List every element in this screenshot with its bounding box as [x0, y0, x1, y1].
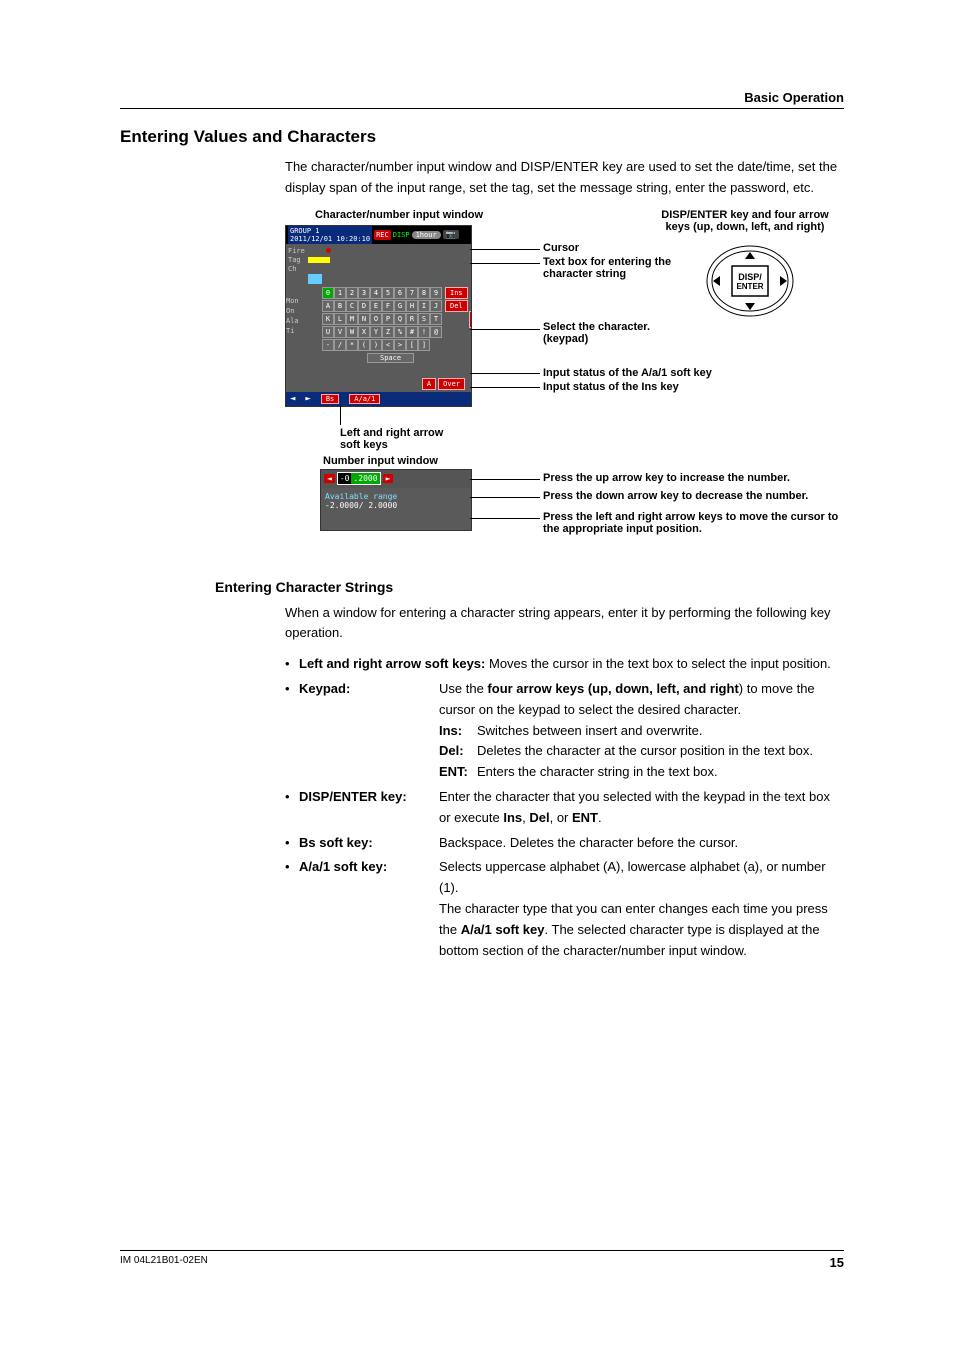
status-over: Over: [438, 378, 465, 390]
diagram-area: Character/number input window DISP/ENTER…: [285, 209, 844, 549]
caption-disp-key: DISP/ENTER key and four arrow keys (up, …: [655, 209, 835, 233]
label-num-window: Number input window: [323, 455, 438, 467]
camera-icon: 📷: [443, 230, 459, 239]
header-text: Basic Operation: [744, 90, 844, 105]
item-lr-keys: • Left and right arrow soft keys: Moves …: [285, 654, 844, 675]
key-operations-list: • Left and right arrow soft keys: Moves …: [285, 654, 844, 961]
time-badge: 1hour: [412, 231, 441, 239]
label-status-a: Input status of the A/a/1 soft key: [543, 367, 712, 379]
label-cursor: Cursor: [543, 242, 579, 254]
left-arrow-red: ◄: [324, 474, 335, 483]
caption-char-window: Character/number input window: [315, 209, 483, 221]
status-a: A: [422, 378, 436, 390]
text-entry-box: [308, 257, 330, 263]
label-lr-move: Press the left and right arrow keys to m…: [543, 511, 843, 535]
window-body: Fire Tag Ch 0 123456789 Ins ABCDEFGHIJ D…: [286, 244, 471, 287]
disp-enter-key: DISP/ ENTER: [705, 244, 795, 319]
right-arrow-icon: ►: [305, 394, 310, 404]
cursor-dot: [326, 248, 331, 253]
bs-softkey: Bs: [321, 394, 339, 404]
label-select-char: Select the character. (keypad): [543, 321, 673, 345]
left-arrow-icon: ◄: [290, 394, 295, 404]
title-group: GROUP 12011/12/01 10:20:10: [288, 226, 372, 244]
page-number: 15: [830, 1255, 844, 1270]
item-aa1: • A/a/1 soft key: Selects uppercase alph…: [285, 857, 844, 961]
ins-button: Ins: [445, 287, 468, 299]
disp-label: DISP: [393, 231, 410, 239]
label-arrows: Left and right arrow soft keys: [340, 427, 450, 451]
item-bs: • Bs soft key: Backspace. Deletes the ch…: [285, 833, 844, 854]
label-up-inc: Press the up arrow key to increase the n…: [543, 472, 790, 484]
page: Basic Operation Entering Values and Char…: [0, 0, 954, 1350]
keypad: 0 123456789 Ins ABCDEFGHIJ Del KLMNOPQRS…: [322, 287, 468, 363]
ent-button: ENT: [469, 311, 472, 328]
svg-text:DISP/: DISP/: [738, 272, 762, 282]
intro-paragraph: The character/number input window and DI…: [285, 157, 844, 199]
aa1-softkey: A/a/1: [349, 394, 380, 404]
label-down-dec: Press the down arrow key to decrease the…: [543, 490, 808, 502]
right-arrow-red: ►: [383, 474, 394, 483]
number-input-window: ◄ -0 .2000 ► Available range -2.0000/ 2.…: [320, 469, 472, 531]
bottom-bar: ◄ ► Bs A/a/1: [286, 392, 471, 406]
doc-id: IM 04L21B01-02EN: [120, 1255, 208, 1270]
page-title: Entering Values and Characters: [120, 127, 844, 147]
title-bar: GROUP 12011/12/01 10:20:10 REC DISP 1hou…: [286, 226, 471, 244]
label-status-ins: Input status of the Ins key: [543, 381, 679, 393]
del-button: Del: [445, 300, 468, 312]
space-key: Space: [367, 353, 414, 363]
rec-badge: REC: [374, 230, 391, 240]
item-keypad: • Keypad: Use the four arrow keys (up, d…: [285, 679, 844, 783]
subtitle: Entering Character Strings: [215, 579, 844, 595]
page-footer: IM 04L21B01-02EN 15: [120, 1250, 844, 1270]
item-disp-enter: • DISP/ENTER key: Enter the character th…: [285, 787, 844, 829]
selection-box: [308, 274, 322, 284]
header-section: Basic Operation: [120, 90, 844, 109]
char-input-window: GROUP 12011/12/01 10:20:10 REC DISP 1hou…: [285, 225, 472, 407]
label-textbox: Text box for entering the character stri…: [543, 256, 673, 280]
svg-text:ENTER: ENTER: [736, 282, 763, 291]
sub-intro: When a window for entering a character s…: [285, 603, 844, 645]
